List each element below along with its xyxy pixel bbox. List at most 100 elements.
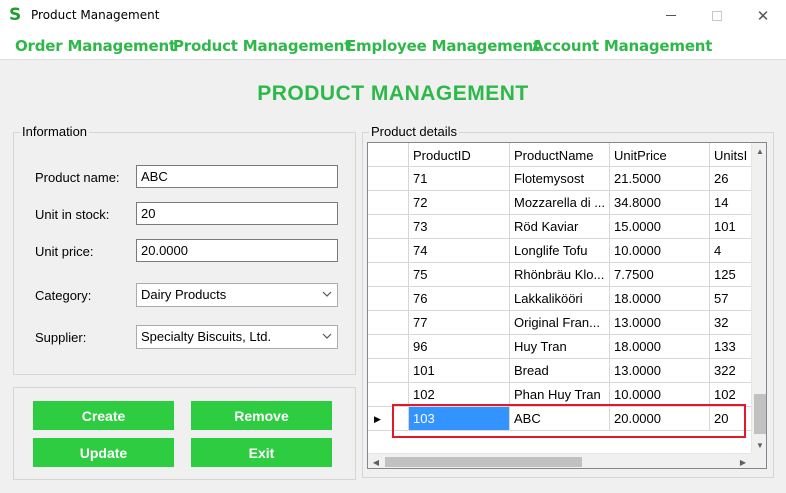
table-row[interactable]: 75 Rhönbräu Klo... 7.7500 125 (368, 263, 751, 287)
table-row[interactable]: 71 Flotemysost 21.5000 26 (368, 167, 751, 191)
menu-employee-management[interactable]: Employee Management (346, 37, 540, 55)
cell-unitprice[interactable]: 15.0000 (610, 215, 710, 239)
cell-productid[interactable]: 101 (409, 359, 510, 383)
table-row[interactable]: 96 Huy Tran 18.0000 133 (368, 335, 751, 359)
current-row-indicator[interactable]: ▶ (368, 407, 409, 431)
scroll-down-icon[interactable]: ▼ (752, 437, 766, 453)
menu-product-management[interactable]: Product Management (173, 37, 351, 55)
row-header[interactable] (368, 383, 409, 407)
cell-unitprice[interactable]: 13.0000 (610, 359, 710, 383)
maximize-button[interactable] (694, 0, 740, 31)
cell-productname[interactable]: Flotemysost (510, 167, 610, 191)
cell-productname[interactable]: Lakkalikööri (510, 287, 610, 311)
table-row[interactable]: ▶ 103 ABC 20.0000 20 (368, 407, 751, 431)
cell-productid[interactable]: 76 (409, 287, 510, 311)
horizontal-scroll-thumb[interactable] (385, 457, 582, 467)
cell-unitsinstock[interactable]: 57 (710, 287, 751, 311)
cell-unitsinstock[interactable]: 125 (710, 263, 751, 287)
scroll-left-icon[interactable]: ◀ (368, 454, 384, 468)
column-header-productid[interactable]: ProductID (409, 143, 510, 167)
unit-price-field[interactable]: 20.0000 (136, 239, 338, 262)
horizontal-scrollbar[interactable]: ◀ ▶ (368, 453, 751, 468)
unit-in-stock-label: Unit in stock: (35, 207, 110, 222)
table-row[interactable]: 74 Longlife Tofu 10.0000 4 (368, 239, 751, 263)
chevron-down-icon[interactable] (321, 329, 333, 343)
cell-productname[interactable]: Mozzarella di ... (510, 191, 610, 215)
cell-productid[interactable]: 103 (409, 407, 510, 431)
chevron-down-icon[interactable] (321, 287, 333, 301)
product-name-field[interactable]: ABC (136, 165, 338, 188)
cell-unitsinstock[interactable]: 101 (710, 215, 751, 239)
cell-unitprice[interactable]: 20.0000 (610, 407, 710, 431)
row-header[interactable] (368, 359, 409, 383)
cell-unitprice[interactable]: 18.0000 (610, 335, 710, 359)
row-header[interactable] (368, 191, 409, 215)
row-header[interactable] (368, 215, 409, 239)
cell-productid[interactable]: 96 (409, 335, 510, 359)
cell-productname[interactable]: Phan Huy Tran (510, 383, 610, 407)
cell-unitsinstock[interactable]: 14 (710, 191, 751, 215)
cell-productid[interactable]: 102 (409, 383, 510, 407)
cell-productname[interactable]: Huy Tran (510, 335, 610, 359)
cell-unitsinstock[interactable]: 26 (710, 167, 751, 191)
cell-unitprice[interactable]: 34.8000 (610, 191, 710, 215)
cell-unitprice[interactable]: 21.5000 (610, 167, 710, 191)
scroll-up-icon[interactable]: ▲ (752, 143, 766, 159)
cell-unitprice[interactable]: 13.0000 (610, 311, 710, 335)
create-button[interactable]: Create (33, 401, 174, 430)
table-row[interactable]: 101 Bread 13.0000 322 (368, 359, 751, 383)
row-header[interactable] (368, 311, 409, 335)
cell-productid[interactable]: 77 (409, 311, 510, 335)
table-row[interactable]: 77 Original Fran... 13.0000 32 (368, 311, 751, 335)
update-button[interactable]: Update (33, 438, 174, 467)
supplier-select[interactable]: Specialty Biscuits, Ltd. (136, 325, 338, 349)
scroll-right-icon[interactable]: ▶ (735, 454, 751, 468)
cell-unitprice[interactable]: 18.0000 (610, 287, 710, 311)
row-header[interactable] (368, 263, 409, 287)
menu-order-management[interactable]: Order Management (15, 37, 176, 55)
cell-productid[interactable]: 74 (409, 239, 510, 263)
row-header[interactable] (368, 239, 409, 263)
cell-unitsinstock[interactable]: 322 (710, 359, 751, 383)
column-header-unitsinstock[interactable]: UnitsI (710, 143, 751, 167)
cell-productid[interactable]: 71 (409, 167, 510, 191)
unit-in-stock-field[interactable]: 20 (136, 202, 338, 225)
table-row[interactable]: 102 Phan Huy Tran 10.0000 102 (368, 383, 751, 407)
row-header[interactable] (368, 287, 409, 311)
cell-unitsinstock[interactable]: 102 (710, 383, 751, 407)
cell-productname[interactable]: Röd Kaviar (510, 215, 610, 239)
grid-body: ProductID ProductName UnitPrice UnitsI 7… (368, 143, 751, 453)
cell-productid[interactable]: 75 (409, 263, 510, 287)
cell-unitsinstock[interactable]: 133 (710, 335, 751, 359)
cell-unitprice[interactable]: 7.7500 (610, 263, 710, 287)
cell-productname[interactable]: ABC (510, 407, 610, 431)
remove-button[interactable]: Remove (191, 401, 332, 430)
table-row[interactable]: 72 Mozzarella di ... 34.8000 14 (368, 191, 751, 215)
cell-productname[interactable]: Bread (510, 359, 610, 383)
category-select[interactable]: Dairy Products (136, 283, 338, 307)
vertical-scroll-thumb[interactable] (754, 394, 766, 434)
cell-productid[interactable]: 72 (409, 191, 510, 215)
cell-productname[interactable]: Longlife Tofu (510, 239, 610, 263)
category-label: Category: (35, 288, 92, 303)
minimize-button[interactable] (648, 0, 694, 31)
table-row[interactable]: 76 Lakkalikööri 18.0000 57 (368, 287, 751, 311)
cell-productname[interactable]: Rhönbräu Klo... (510, 263, 610, 287)
cell-unitsinstock[interactable]: 32 (710, 311, 751, 335)
column-header-productname[interactable]: ProductName (510, 143, 610, 167)
exit-button[interactable]: Exit (191, 438, 332, 467)
cell-unitprice[interactable]: 10.0000 (610, 383, 710, 407)
row-header[interactable] (368, 167, 409, 191)
cell-unitprice[interactable]: 10.0000 (610, 239, 710, 263)
cell-productname[interactable]: Original Fran... (510, 311, 610, 335)
column-header-unitprice[interactable]: UnitPrice (610, 143, 710, 167)
cell-unitsinstock[interactable]: 4 (710, 239, 751, 263)
cell-unitsinstock[interactable]: 20 (710, 407, 751, 431)
cell-productid[interactable]: 73 (409, 215, 510, 239)
menu-account-management[interactable]: Account Management (532, 37, 712, 55)
table-row[interactable]: 73 Röd Kaviar 15.0000 101 (368, 215, 751, 239)
product-grid[interactable]: ProductID ProductName UnitPrice UnitsI 7… (367, 142, 767, 469)
row-header[interactable] (368, 335, 409, 359)
vertical-scrollbar[interactable]: ▲ ▼ (751, 143, 766, 453)
close-button[interactable]: ✕ (740, 0, 786, 31)
